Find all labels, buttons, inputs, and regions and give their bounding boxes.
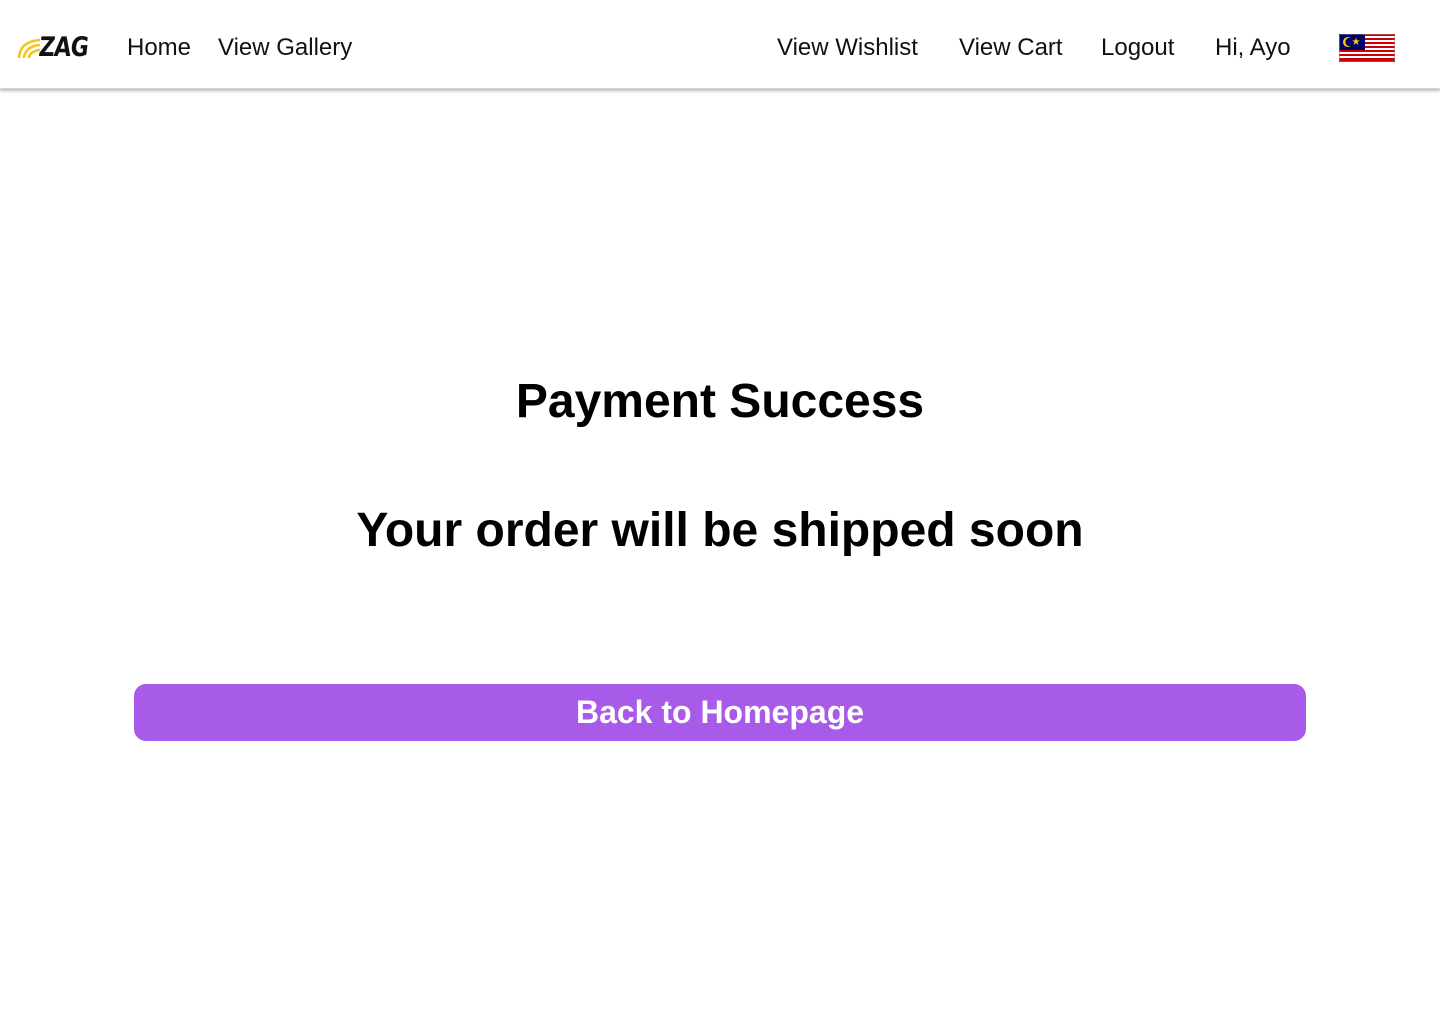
nav-gallery-link[interactable]: View Gallery xyxy=(218,32,352,64)
brand-name: ZAG xyxy=(37,31,90,63)
malaysia-flag-icon[interactable] xyxy=(1339,34,1395,62)
speed-lines-icon xyxy=(17,38,40,58)
user-greeting: Hi, Ayo xyxy=(1215,34,1291,61)
nav-cart-link[interactable]: View Cart xyxy=(959,32,1063,64)
nav-wishlist-link[interactable]: View Wishlist xyxy=(777,32,918,64)
brand-logo[interactable]: ZAG xyxy=(16,31,99,63)
shipping-message: Your order will be shipped soon xyxy=(356,504,1084,557)
nav-logout-link[interactable]: Logout xyxy=(1101,32,1174,64)
nav-home-link[interactable]: Home xyxy=(127,32,191,64)
top-navbar: ZAG Home View Gallery View Wishlist View… xyxy=(0,0,1440,89)
page-title: Payment Success xyxy=(515,375,925,428)
back-to-homepage-button[interactable]: Back to Homepage xyxy=(134,684,1306,741)
